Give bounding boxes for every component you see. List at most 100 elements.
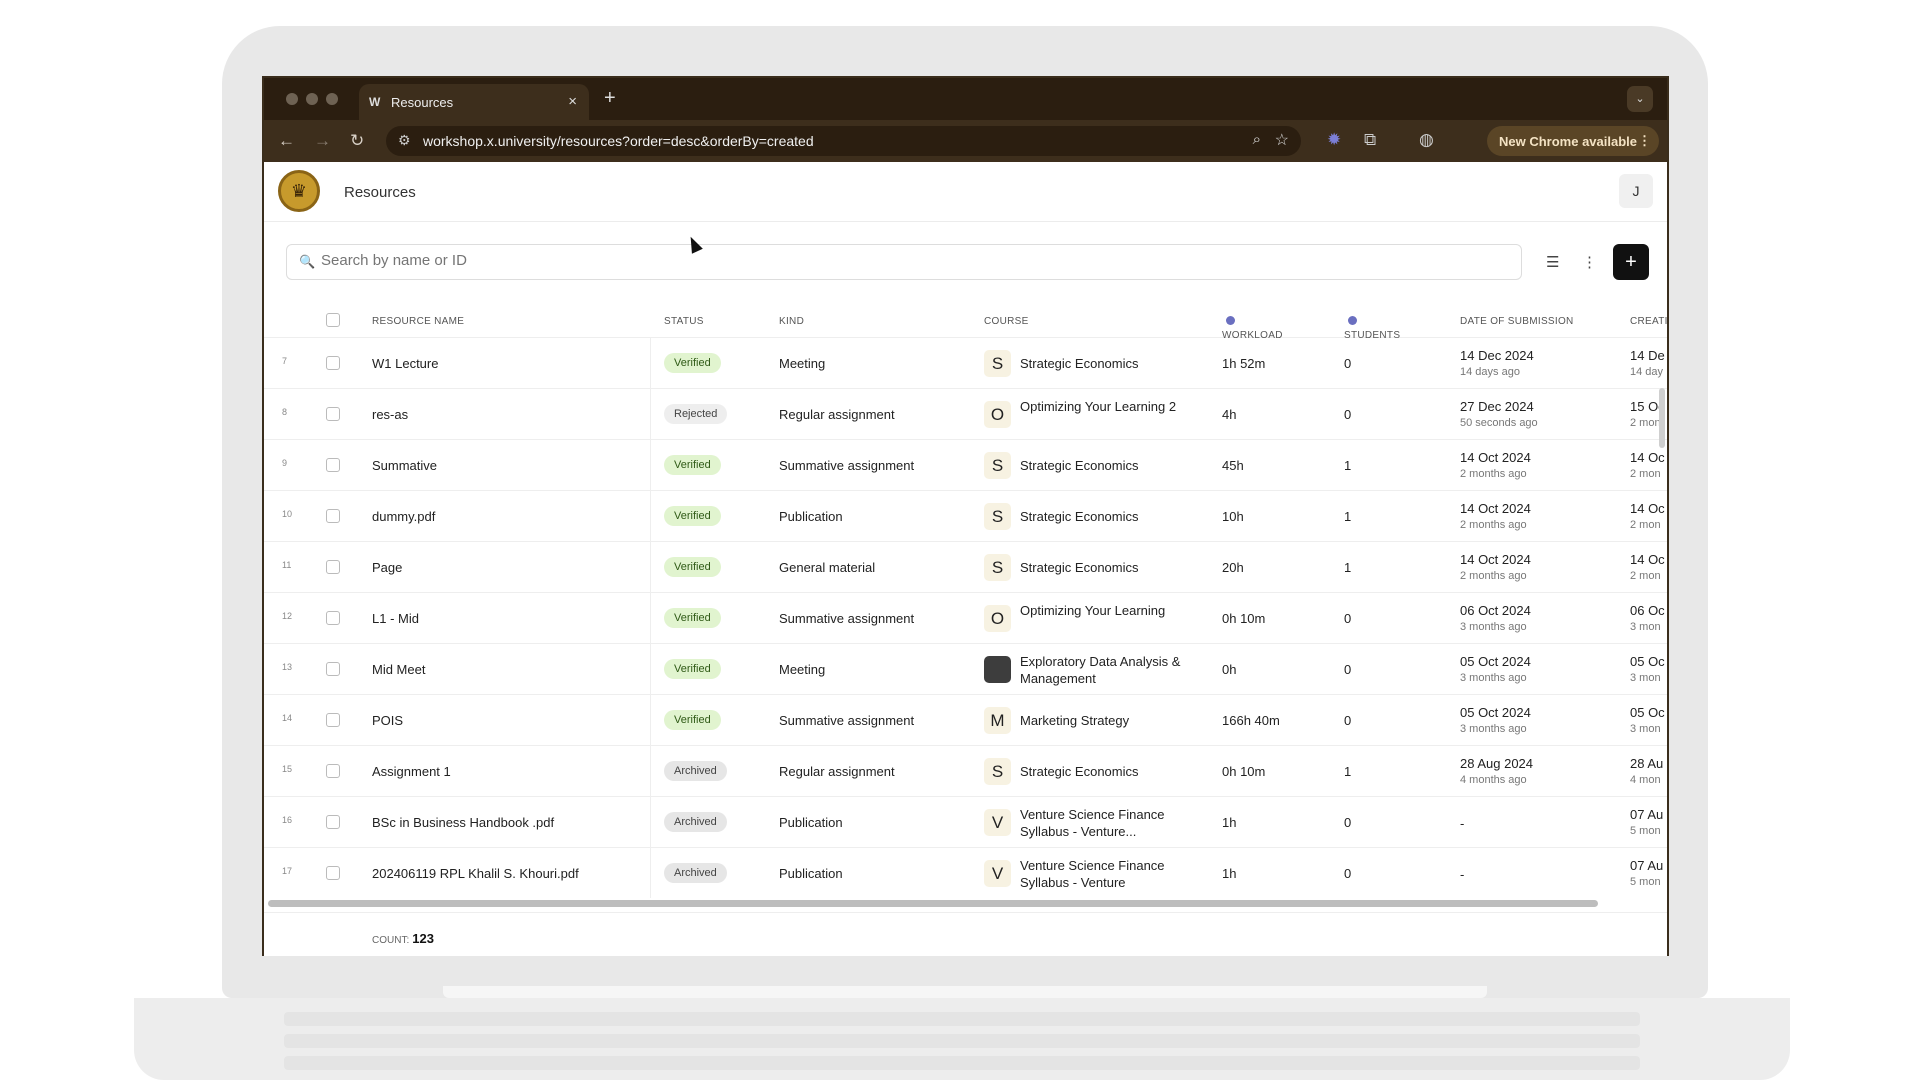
table-row[interactable]: 10 dummy.pdf Verified Publication S Strategic…: [264, 491, 1667, 542]
workload-value: 45h: [1222, 458, 1244, 473]
course-name[interactable]: Optimizing Your Learning 2: [1020, 398, 1205, 415]
kebab-menu-icon[interactable]: ⋮: [1638, 133, 1651, 149]
table-row[interactable]: 17 202406119 RPL Khalil S. Khouri.pdf Arch…: [264, 848, 1667, 898]
extensions-puzzle-icon[interactable]: ⧉: [1364, 130, 1376, 150]
workload-value: 10h: [1222, 509, 1244, 524]
row-number: 16: [282, 815, 293, 825]
table-row[interactable]: 14 POIS Verified Summative assignment M Marke…: [264, 695, 1667, 746]
col-resource-name[interactable]: RESOURCE NAME: [372, 316, 464, 327]
row-checkbox[interactable]: [326, 356, 340, 370]
search-input[interactable]: [321, 252, 1421, 269]
course-name[interactable]: Venture Science Finance Syllabus - Ventu…: [1020, 857, 1205, 891]
course-name[interactable]: Strategic Economics: [1020, 560, 1205, 575]
extension-icon[interactable]: ✹: [1327, 130, 1341, 150]
table-row[interactable]: 16 BSc in Business Handbook .pdf Archived P…: [264, 797, 1667, 848]
address-bar[interactable]: ⚙ workshop.x.university/resources?order=…: [386, 126, 1301, 156]
submission-date: 28 Aug 2024 4 months ago: [1460, 756, 1534, 786]
col-status[interactable]: STATUS: [664, 316, 704, 327]
course-avatar: S: [984, 758, 1011, 785]
col-workload[interactable]: WORKLOAD: [1222, 315, 1282, 341]
creation-relative: 5 mon: [1630, 876, 1661, 888]
back-icon[interactable]: ←: [278, 131, 295, 151]
filter-icon[interactable]: ☰: [1546, 253, 1559, 271]
course-name[interactable]: Strategic Economics: [1020, 509, 1205, 524]
row-checkbox[interactable]: [326, 560, 340, 574]
submission-relative: 3 months ago: [1460, 723, 1527, 735]
row-checkbox[interactable]: [326, 662, 340, 676]
resource-kind: Regular assignment: [779, 764, 895, 779]
table-footer: COUNT: 123: [264, 912, 1667, 956]
resource-name[interactable]: 202406119 RPL Khalil S. Khouri.pdf: [372, 866, 579, 881]
site-info-icon[interactable]: ⚙: [398, 132, 411, 149]
profile-avatar-icon[interactable]: ◍: [1419, 130, 1434, 150]
resource-name[interactable]: dummy.pdf: [372, 509, 435, 524]
more-options-icon[interactable]: ⋮: [1582, 253, 1597, 271]
col-kind[interactable]: KIND: [779, 316, 804, 327]
row-checkbox[interactable]: [326, 509, 340, 523]
table-row[interactable]: 11 Page Verified General material S Strategic…: [264, 542, 1667, 593]
row-checkbox[interactable]: [326, 866, 340, 880]
resource-name[interactable]: res-as: [372, 407, 408, 422]
university-logo[interactable]: ♛: [278, 170, 320, 212]
row-checkbox[interactable]: [326, 611, 340, 625]
col-students[interactable]: STUDENTS: [1344, 315, 1400, 341]
table-row[interactable]: 12 L1 - Mid Verified Summative assignment O O…: [264, 593, 1667, 644]
tab-search-icon[interactable]: ⌄: [1627, 86, 1653, 112]
minimize-window-dot[interactable]: [306, 93, 318, 105]
status-badge: Verified: [664, 710, 721, 730]
resource-name[interactable]: BSc in Business Handbook .pdf: [372, 815, 554, 830]
vertical-scrollbar[interactable]: [1659, 388, 1665, 448]
close-tab-icon[interactable]: ×: [568, 93, 577, 110]
resource-name[interactable]: Summative: [372, 458, 437, 473]
close-window-dot[interactable]: [286, 93, 298, 105]
course-name[interactable]: Strategic Economics: [1020, 458, 1205, 473]
row-checkbox[interactable]: [326, 407, 340, 421]
table-row[interactable]: 9 Summative Verified Summative assignment S S…: [264, 440, 1667, 491]
user-avatar[interactable]: J: [1619, 174, 1653, 208]
resource-name[interactable]: W1 Lecture: [372, 356, 438, 371]
bookmark-star-icon[interactable]: ☆: [1275, 130, 1289, 150]
resource-name[interactable]: L1 - Mid: [372, 611, 419, 626]
info-icon[interactable]: [1348, 315, 1357, 325]
row-checkbox[interactable]: [326, 713, 340, 727]
browser-window: W Resources × + ⌄ ← → ↻ ⚙ workshop.x.uni…: [262, 76, 1669, 956]
forward-icon[interactable]: →: [314, 131, 331, 151]
select-all-checkbox[interactable]: [326, 313, 340, 327]
submission-date: -: [1460, 816, 1465, 831]
course-name[interactable]: Strategic Economics: [1020, 764, 1205, 779]
submission-relative: 2 months ago: [1460, 570, 1527, 582]
col-date-of-submission[interactable]: DATE OF SUBMISSION: [1460, 316, 1574, 327]
col-creation[interactable]: CREATIO: [1630, 316, 1667, 327]
table-row[interactable]: 7 W1 Lecture Verified Meeting S Strategic Eco…: [264, 338, 1667, 389]
course-name[interactable]: Optimizing Your Learning: [1020, 602, 1205, 619]
resource-name[interactable]: Page: [372, 560, 402, 575]
course-name[interactable]: Venture Science Finance Syllabus - Ventu…: [1020, 806, 1205, 840]
col-course[interactable]: COURSE: [984, 316, 1029, 327]
course-name[interactable]: Strategic Economics: [1020, 356, 1205, 371]
info-icon[interactable]: [1226, 315, 1235, 325]
submission-relative: 4 months ago: [1460, 774, 1527, 786]
table-row[interactable]: 8 res-as Rejected Regular assignment O Optimi…: [264, 389, 1667, 440]
reload-icon[interactable]: ↻: [350, 131, 364, 151]
chrome-update-button[interactable]: New Chrome available ⋮: [1487, 126, 1659, 156]
table-row[interactable]: 15 Assignment 1 Archived Regular assignment…: [264, 746, 1667, 797]
zoom-icon[interactable]: ⌕: [1253, 131, 1261, 148]
status-badge: Archived: [664, 812, 727, 832]
status-badge: Verified: [664, 608, 721, 628]
course-name[interactable]: Marketing Strategy: [1020, 713, 1205, 728]
table-row[interactable]: 13 Mid Meet Verified Meeting Exploratory Dat…: [264, 644, 1667, 695]
row-checkbox[interactable]: [326, 764, 340, 778]
row-checkbox[interactable]: [326, 815, 340, 829]
zoom-window-dot[interactable]: [326, 93, 338, 105]
resource-name[interactable]: Mid Meet: [372, 662, 425, 677]
tab-resources[interactable]: W Resources ×: [359, 84, 589, 120]
workload-value: 0h 10m: [1222, 611, 1266, 626]
resource-name[interactable]: POIS: [372, 713, 403, 728]
row-checkbox[interactable]: [326, 458, 340, 472]
add-resource-button[interactable]: +: [1613, 244, 1649, 280]
resource-name[interactable]: Assignment 1: [372, 764, 451, 779]
course-name[interactable]: Exploratory Data Analysis & Management: [1020, 653, 1205, 687]
new-tab-icon[interactable]: +: [604, 87, 616, 110]
row-number: 8: [282, 407, 288, 417]
horizontal-scrollbar[interactable]: [268, 900, 1598, 907]
